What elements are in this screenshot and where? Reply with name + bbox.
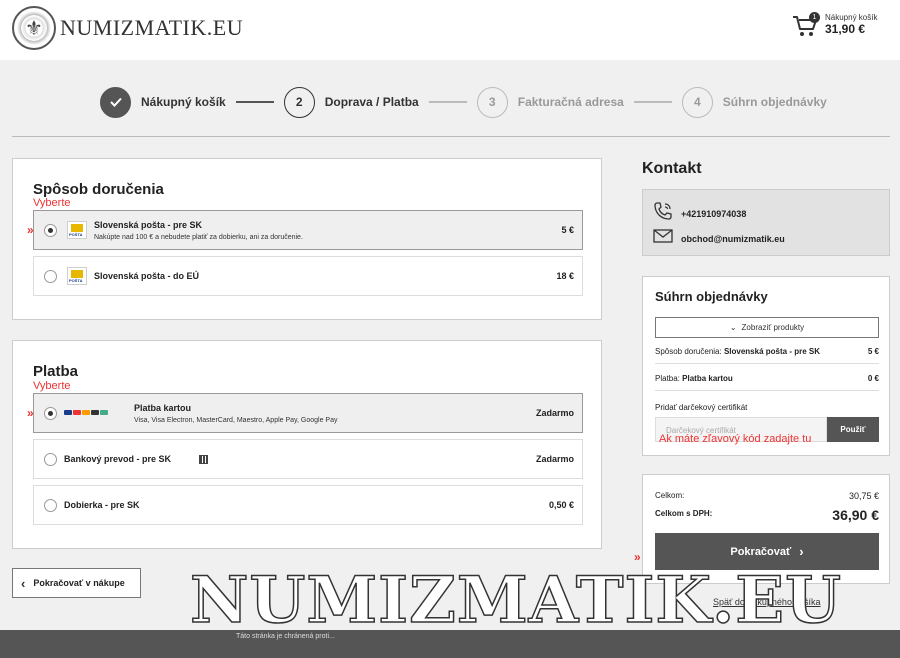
site-logo[interactable]: ⚜ NUMIZMATIK.EU	[12, 6, 243, 50]
chevron-left-icon: ‹	[21, 575, 26, 591]
qr-code-icon	[199, 455, 208, 464]
option-title: Bankový prevod - pre SK	[64, 454, 172, 464]
delivery-hint: Vyberte	[33, 197, 71, 209]
total-row: Celkom: 30,75 €	[655, 491, 879, 501]
contact-phone-row[interactable]: +421910974038	[653, 202, 746, 225]
cart-total: 31,90 €	[825, 21, 866, 36]
step-2-circle: 2	[283, 86, 315, 118]
envelope-icon	[653, 229, 673, 248]
delivery-radio-eu[interactable]	[44, 270, 57, 283]
steps-divider	[12, 136, 890, 137]
delivery-option-eu[interactable]: Slovenská pošta - do EÚ 18 €	[33, 256, 583, 296]
option-title: Slovenská pošta - do EÚ	[94, 271, 200, 281]
coin-logo-icon: ⚜	[12, 6, 56, 50]
contact-email-row[interactable]: obchod@numizmatik.eu	[653, 229, 785, 248]
red-arrow-icon: »	[27, 223, 33, 237]
payment-option-cod[interactable]: Dobierka - pre SK 0,50 €	[33, 485, 583, 525]
watermark-text: NUMIZMATIK.EU	[190, 562, 842, 639]
payment-option-card[interactable]: Platba kartou Visa, Visa Electron, Maste…	[33, 393, 583, 433]
delivery-option-sk[interactable]: Slovenská pošta - pre SK Nakúpte nad 100…	[33, 210, 583, 250]
show-products-button[interactable]: ⌄ Zobraziť produkty	[655, 317, 879, 338]
delivery-panel: Spôsob doručenia Vyberte » Slovenská poš…	[12, 158, 602, 320]
apply-gift-button[interactable]: Použiť	[827, 417, 879, 442]
show-products-label: Zobraziť produkty	[741, 323, 805, 332]
option-title: Slovenská pošta - pre SK	[94, 220, 203, 230]
summary-payment-value: Platba kartou	[682, 374, 733, 383]
total-vat-row: Celkom s DPH: 36,90 €	[655, 507, 879, 523]
step-2-label: Doprava / Platba	[324, 95, 419, 109]
step-4-circle: 4	[681, 86, 713, 118]
summary-payment-row: Platba: Platba kartou 0 €	[655, 374, 879, 383]
option-price: 18 €	[556, 271, 574, 281]
chevron-down-icon: ⌄	[729, 323, 737, 332]
logo-text: NUMIZMATIK.EU	[60, 15, 244, 40]
total-vat-label: Celkom s DPH:	[655, 509, 713, 518]
total-label: Celkom:	[655, 491, 685, 500]
payment-panel: Platba Vyberte » Platba kartou Visa, Vis…	[12, 340, 602, 549]
step-connector	[428, 101, 467, 103]
summary-delivery-row: Spôsob doručenia: Slovenská pošta - pre …	[655, 347, 879, 356]
card-logos-icon	[64, 410, 108, 415]
option-price: 0,50 €	[548, 500, 574, 510]
total-vat-value: 36,90 €	[832, 507, 879, 523]
gift-hint: Ak máte zľavový kód zadajte tu	[659, 433, 812, 445]
step-3-circle: 3	[476, 86, 508, 118]
contact-box: +421910974038 obchod@numizmatik.eu	[642, 189, 890, 256]
summary-delivery-price: 5 €	[867, 347, 879, 356]
delivery-title: Spôsob doručenia	[33, 181, 164, 198]
order-summary-panel: Súhrn objednávky ⌄ Zobraziť produkty Spô…	[642, 276, 890, 456]
step-connector	[235, 101, 274, 103]
step-3-label: Fakturačná adresa	[517, 95, 624, 109]
posta-logo-icon	[67, 221, 87, 239]
payment-radio-bank[interactable]	[44, 453, 57, 466]
continue-shopping-label: Pokračovať v nákupe	[33, 578, 125, 588]
continue-shopping-button[interactable]: ‹ Pokračovať v nákupe	[12, 568, 141, 598]
step-1-label[interactable]: Nákupný košík	[141, 95, 226, 109]
delivery-radio-sk[interactable]	[44, 224, 57, 237]
option-price: Zadarmo	[535, 454, 574, 464]
step-4-label: Súhrn objednávky	[722, 95, 827, 109]
payment-radio-card[interactable]	[44, 407, 57, 420]
cart-icon: 1	[792, 12, 820, 40]
payment-hint: Vyberte	[33, 380, 71, 392]
summary-divider	[655, 363, 879, 364]
payment-radio-cod[interactable]	[44, 499, 57, 512]
checkout-steps: Nákupný košík 2 Doprava / Platba 3 Faktu…	[100, 86, 827, 118]
payment-title: Platba	[33, 363, 79, 380]
option-price: 5 €	[561, 225, 574, 235]
option-title: Platba kartou	[134, 403, 192, 413]
option-price: Zadarmo	[535, 408, 574, 418]
step-1-check-icon[interactable]	[100, 86, 131, 118]
contact-email: obchod@numizmatik.eu	[681, 233, 785, 244]
payment-option-bank[interactable]: Bankový prevod - pre SK Zadarmo	[33, 439, 583, 479]
contact-title: Kontakt	[642, 160, 702, 177]
posta-logo-icon	[67, 267, 87, 285]
option-subtitle: Nakúpte nad 100 € a nebudete platiť za d…	[94, 234, 303, 241]
step-connector	[633, 101, 672, 103]
option-title: Dobierka - pre SK	[64, 500, 140, 510]
summary-delivery-value: Slovenská pošta - pre SK	[723, 347, 820, 356]
phone-icon	[653, 202, 673, 225]
summary-payment-label: Platba:	[655, 374, 680, 383]
cart-count-badge: 1	[809, 12, 820, 23]
summary-payment-price: 0 €	[867, 374, 879, 383]
summary-delivery-label: Spôsob doručenia:	[655, 347, 722, 356]
red-arrow-icon: »	[27, 406, 33, 420]
summary-title: Súhrn objednávky	[655, 289, 768, 304]
option-subtitle: Visa, Visa Electron, MasterCard, Maestro…	[134, 417, 338, 424]
cart-widget[interactable]: 1 Nákupný košík 31,90 €	[792, 12, 877, 40]
summary-divider	[655, 390, 879, 391]
contact-phone: +421910974038	[681, 208, 747, 219]
total-value: 30,75 €	[848, 491, 879, 501]
site-header: ⚜ NUMIZMATIK.EU 1 Nákupný košík 31,90 €	[0, 0, 900, 60]
gift-label: Pridať darčekový certifikát	[655, 403, 748, 412]
